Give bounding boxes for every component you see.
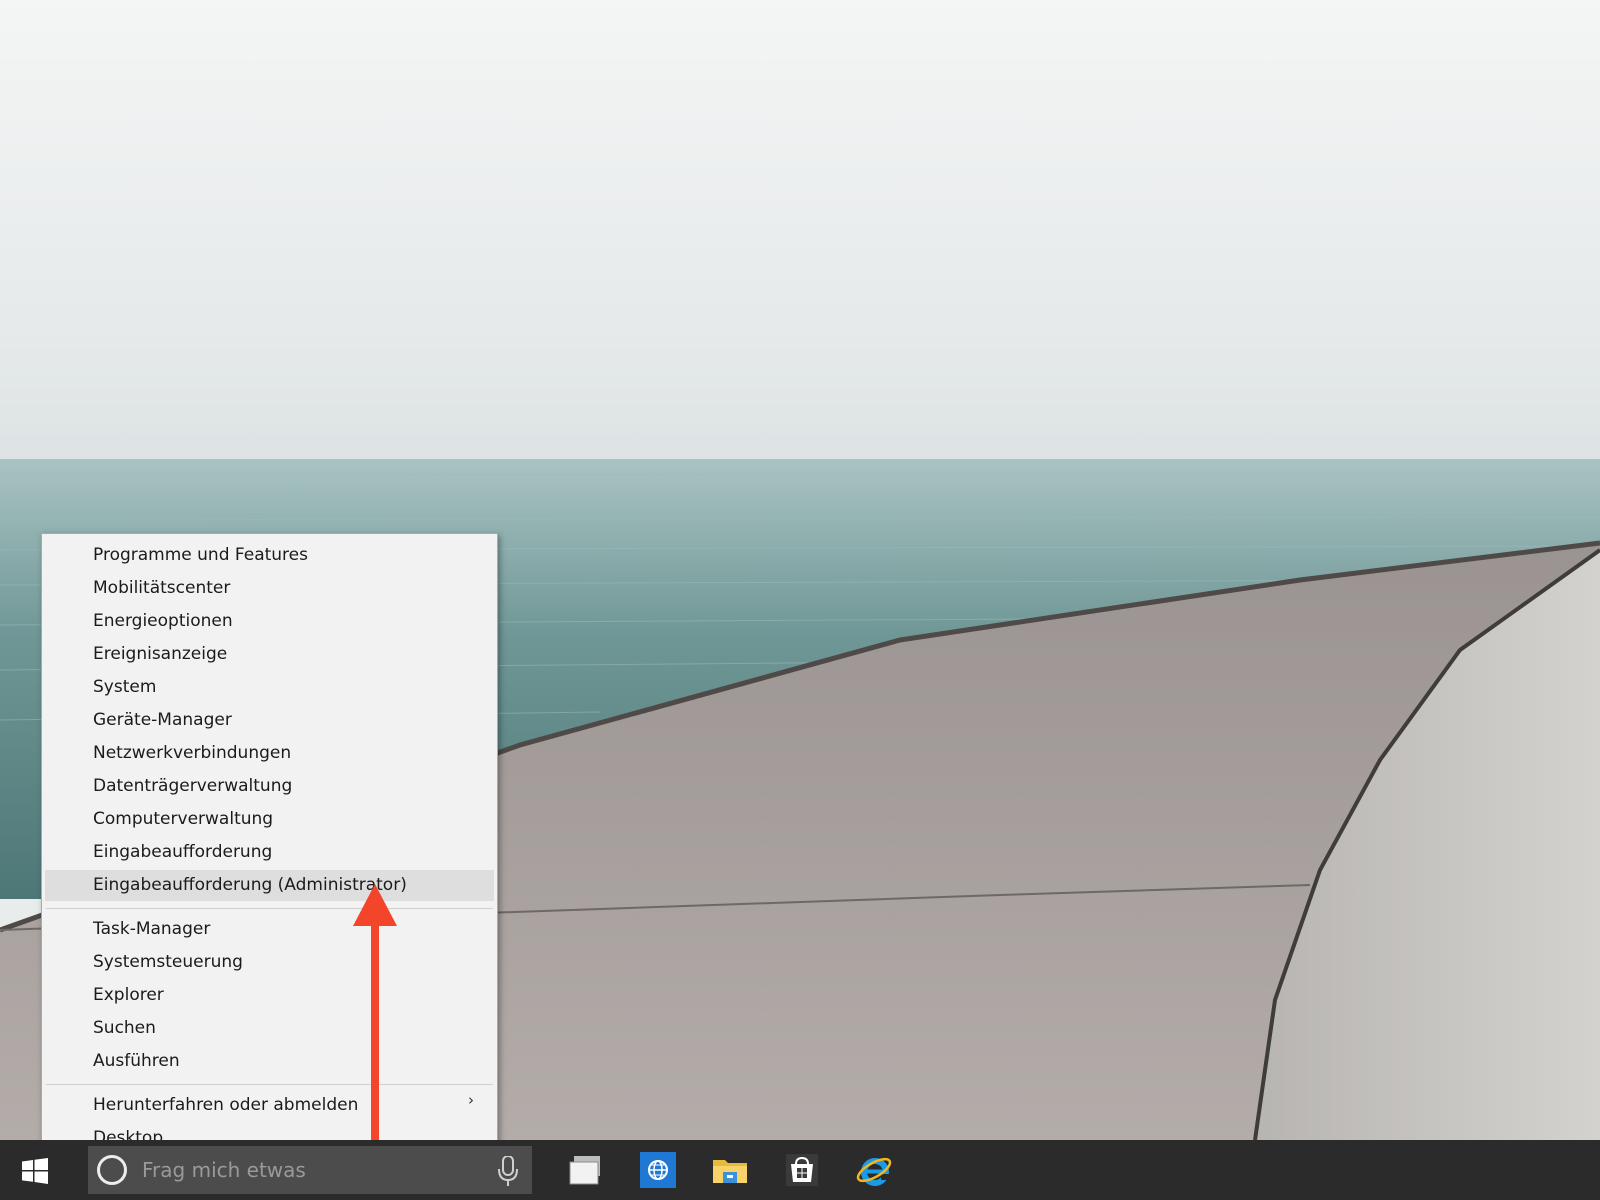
menu-item-computerverwaltung[interactable]: Computerverwaltung [45, 804, 494, 835]
menu-item-eingabeaufforderung-administrator[interactable]: Eingabeaufforderung (Administrator) [45, 870, 494, 901]
taskbar [0, 1140, 1600, 1200]
winx-context-menu: Programme und Features Mobilitätscenter En… [41, 533, 498, 1160]
menu-item-label: Netzwerkverbindungen [93, 743, 292, 763]
menu-item-suchen[interactable]: Suchen [45, 1013, 494, 1044]
menu-item-label: Herunterfahren oder abmelden [93, 1095, 359, 1115]
chevron-right-icon: › [468, 1091, 474, 1109]
menu-item-label: Task-Manager [93, 919, 211, 939]
menu-item-ereignisanzeige[interactable]: Ereignisanzeige [45, 639, 494, 670]
menu-item-programme-und-features[interactable]: Programme und Features [45, 540, 494, 571]
task-view-button[interactable] [566, 1150, 606, 1190]
menu-separator [46, 1084, 493, 1085]
arrow-head [353, 884, 397, 926]
store-icon [786, 1154, 818, 1186]
menu-item-datentraegerverwaltung[interactable]: Datenträgerverwaltung [45, 771, 494, 802]
menu-item-label: Computerverwaltung [93, 809, 274, 829]
menu-item-herunterfahren-oder-abmelden[interactable]: Herunterfahren oder abmelden › [45, 1090, 494, 1121]
file-explorer-button[interactable] [710, 1150, 750, 1190]
internet-explorer-icon [856, 1157, 892, 1186]
menu-item-mobilitaetscenter[interactable]: Mobilitätscenter [45, 573, 494, 604]
menu-item-label: Energieoptionen [93, 611, 233, 631]
globe-app-icon [640, 1152, 676, 1188]
menu-item-label: Eingabeaufforderung [93, 842, 273, 862]
menu-item-label: Systemsteuerung [93, 952, 243, 972]
menu-item-geraete-manager[interactable]: Geräte-Manager [45, 705, 494, 736]
menu-item-eingabeaufforderung[interactable]: Eingabeaufforderung [45, 837, 494, 868]
menu-item-ausfuehren[interactable]: Ausführen [45, 1046, 494, 1077]
menu-item-system[interactable]: System [45, 672, 494, 703]
menu-item-label: Explorer [93, 985, 164, 1005]
menu-item-explorer[interactable]: Explorer [45, 980, 494, 1011]
sky [0, 0, 1600, 460]
annotation-arrow-icon [353, 884, 397, 1148]
menu-item-label: System [93, 677, 157, 697]
cortana-search-box[interactable] [88, 1146, 532, 1194]
file-explorer-icon [713, 1160, 747, 1183]
menu-item-systemsteuerung[interactable]: Systemsteuerung [45, 947, 494, 978]
globe-app-button[interactable] [638, 1150, 678, 1190]
menu-item-netzwerkverbindungen[interactable]: Netzwerkverbindungen [45, 738, 494, 769]
menu-item-label: Ereignisanzeige [93, 644, 228, 664]
microphone-icon[interactable] [498, 1156, 518, 1186]
internet-explorer-button[interactable] [854, 1150, 894, 1190]
menu-item-label: Mobilitätscenter [93, 578, 231, 598]
start-button[interactable] [0, 1140, 70, 1200]
task-view-icon [569, 1156, 600, 1185]
menu-item-label: Datenträgerverwaltung [93, 776, 293, 796]
cortana-icon [97, 1155, 127, 1185]
menu-item-task-manager[interactable]: Task-Manager [45, 914, 494, 945]
search-input[interactable] [142, 1146, 472, 1194]
arrow-shaft [371, 924, 379, 1148]
menu-item-label: Programme und Features [93, 545, 308, 565]
menu-item-label: Suchen [93, 1018, 156, 1038]
menu-item-label: Ausführen [93, 1051, 180, 1071]
windows-logo-icon [22, 1158, 48, 1184]
menu-item-label: Geräte-Manager [93, 710, 232, 730]
menu-separator [46, 908, 493, 909]
store-button[interactable] [782, 1150, 822, 1190]
menu-item-energieoptionen[interactable]: Energieoptionen [45, 606, 494, 637]
